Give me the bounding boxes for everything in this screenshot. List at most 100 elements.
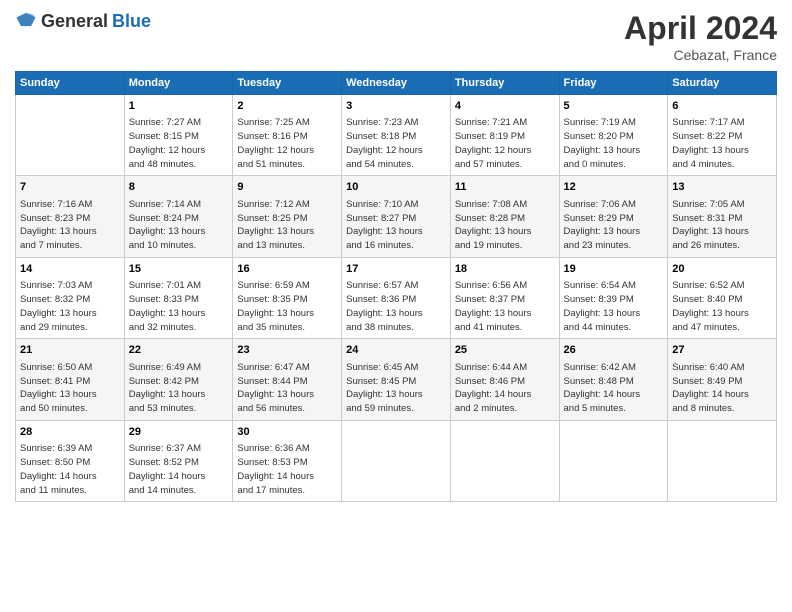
cell-content: Sunrise: 7:17 AM Sunset: 8:22 PM Dayligh…	[672, 116, 772, 171]
week-row-3: 14Sunrise: 7:03 AM Sunset: 8:32 PM Dayli…	[16, 257, 777, 338]
column-header-monday: Monday	[124, 72, 233, 95]
day-number: 13	[672, 180, 772, 195]
calendar-cell	[450, 420, 559, 501]
calendar-cell: 10 Sunrise: 7:10 AM Sunset: 8:27 PM Dayli…	[342, 176, 451, 257]
calendar-cell: 8 Sunrise: 7:14 AM Sunset: 8:24 PM Daylig…	[124, 176, 233, 257]
day-number: 17	[346, 262, 446, 277]
cell-content: Sunrise: 6:52 AM Sunset: 8:40 PM Dayligh…	[672, 279, 772, 334]
day-number: 29	[129, 425, 229, 440]
page-subtitle: Cebazat, France	[624, 47, 777, 63]
column-header-tuesday: Tuesday	[233, 72, 342, 95]
column-header-saturday: Saturday	[668, 72, 777, 95]
cell-content: Sunrise: 7:10 AM Sunset: 8:27 PM Dayligh…	[346, 198, 446, 253]
calendar-cell	[559, 420, 668, 501]
page-title: April 2024	[624, 10, 777, 47]
calendar-cell: 22 Sunrise: 6:49 AM Sunset: 8:42 PM Dayli…	[124, 339, 233, 420]
calendar-cell: 9Sunrise: 7:12 AM Sunset: 8:25 PM Daylig…	[233, 176, 342, 257]
calendar-cell: 6 Sunrise: 7:17 AM Sunset: 8:22 PM Daylig…	[668, 95, 777, 176]
day-number: 10	[346, 180, 446, 195]
column-header-wednesday: Wednesday	[342, 72, 451, 95]
calendar-cell: 13 Sunrise: 7:05 AM Sunset: 8:31 PM Dayli…	[668, 176, 777, 257]
cell-content: Sunrise: 6:37 AM Sunset: 8:52 PM Dayligh…	[129, 442, 229, 497]
column-header-thursday: Thursday	[450, 72, 559, 95]
cell-content: Sunrise: 7:21 AM Sunset: 8:19 PM Dayligh…	[455, 116, 555, 171]
day-number: 24	[346, 343, 446, 358]
cell-content: Sunrise: 6:49 AM Sunset: 8:42 PM Dayligh…	[129, 361, 229, 416]
day-number: 9	[237, 180, 337, 195]
day-number: 8	[129, 180, 229, 195]
day-number: 18	[455, 262, 555, 277]
day-number: 7	[20, 180, 120, 195]
cell-content: Sunrise: 6:56 AM Sunset: 8:37 PM Dayligh…	[455, 279, 555, 334]
calendar-table: SundayMondayTuesdayWednesdayThursdayFrid…	[15, 71, 777, 502]
cell-content: Sunrise: 6:47 AM Sunset: 8:44 PM Dayligh…	[237, 361, 337, 416]
day-number: 28	[20, 425, 120, 440]
logo-icon	[15, 10, 37, 32]
calendar-cell	[16, 95, 125, 176]
cell-content: Sunrise: 6:44 AM Sunset: 8:46 PM Dayligh…	[455, 361, 555, 416]
calendar-cell: 7 Sunrise: 7:16 AM Sunset: 8:23 PM Daylig…	[16, 176, 125, 257]
week-row-1: 1 Sunrise: 7:27 AM Sunset: 8:15 PM Daylig…	[16, 95, 777, 176]
day-number: 20	[672, 262, 772, 277]
week-row-4: 21 Sunrise: 6:50 AM Sunset: 8:41 PM Dayli…	[16, 339, 777, 420]
day-number: 14	[20, 262, 120, 277]
week-row-2: 7 Sunrise: 7:16 AM Sunset: 8:23 PM Daylig…	[16, 176, 777, 257]
calendar-cell: 15 Sunrise: 7:01 AM Sunset: 8:33 PM Dayli…	[124, 257, 233, 338]
calendar-cell: 1 Sunrise: 7:27 AM Sunset: 8:15 PM Daylig…	[124, 95, 233, 176]
day-number: 15	[129, 262, 229, 277]
column-header-friday: Friday	[559, 72, 668, 95]
day-number: 22	[129, 343, 229, 358]
cell-content: Sunrise: 7:25 AM Sunset: 8:16 PM Dayligh…	[237, 116, 337, 171]
calendar-cell: 23 Sunrise: 6:47 AM Sunset: 8:44 PM Dayli…	[233, 339, 342, 420]
header: GeneralBlue April 2024 Cebazat, France	[15, 10, 777, 63]
cell-content: Sunrise: 7:06 AM Sunset: 8:29 PM Dayligh…	[564, 198, 664, 253]
cell-content: Sunrise: 6:36 AM Sunset: 8:53 PM Dayligh…	[237, 442, 337, 497]
calendar-cell: 29 Sunrise: 6:37 AM Sunset: 8:52 PM Dayli…	[124, 420, 233, 501]
cell-content: Sunrise: 6:57 AM Sunset: 8:36 PM Dayligh…	[346, 279, 446, 334]
day-number: 4	[455, 99, 555, 114]
cell-content: Sunrise: 7:05 AM Sunset: 8:31 PM Dayligh…	[672, 198, 772, 253]
logo-blue: Blue	[112, 11, 151, 32]
calendar-cell: 24Sunrise: 6:45 AM Sunset: 8:45 PM Dayli…	[342, 339, 451, 420]
calendar-cell: 4 Sunrise: 7:21 AM Sunset: 8:19 PM Daylig…	[450, 95, 559, 176]
day-number: 6	[672, 99, 772, 114]
day-number: 5	[564, 99, 664, 114]
calendar-cell: 28 Sunrise: 6:39 AM Sunset: 8:50 PM Dayli…	[16, 420, 125, 501]
day-number: 26	[564, 343, 664, 358]
day-number: 21	[20, 343, 120, 358]
calendar-cell: 18 Sunrise: 6:56 AM Sunset: 8:37 PM Dayli…	[450, 257, 559, 338]
cell-content: Sunrise: 7:01 AM Sunset: 8:33 PM Dayligh…	[129, 279, 229, 334]
calendar-cell	[342, 420, 451, 501]
logo: GeneralBlue	[15, 10, 151, 32]
calendar-cell: 17 Sunrise: 6:57 AM Sunset: 8:36 PM Dayli…	[342, 257, 451, 338]
calendar-cell: 21 Sunrise: 6:50 AM Sunset: 8:41 PM Dayli…	[16, 339, 125, 420]
week-row-5: 28 Sunrise: 6:39 AM Sunset: 8:50 PM Dayli…	[16, 420, 777, 501]
day-number: 19	[564, 262, 664, 277]
calendar-cell: 27Sunrise: 6:40 AM Sunset: 8:49 PM Dayli…	[668, 339, 777, 420]
cell-content: Sunrise: 7:16 AM Sunset: 8:23 PM Dayligh…	[20, 198, 120, 253]
calendar-cell: 19 Sunrise: 6:54 AM Sunset: 8:39 PM Dayli…	[559, 257, 668, 338]
calendar-cell	[668, 420, 777, 501]
logo-general: General	[41, 11, 108, 32]
day-number: 1	[129, 99, 229, 114]
calendar-cell: 26 Sunrise: 6:42 AM Sunset: 8:48 PM Dayli…	[559, 339, 668, 420]
calendar-cell: 14Sunrise: 7:03 AM Sunset: 8:32 PM Dayli…	[16, 257, 125, 338]
cell-content: Sunrise: 6:39 AM Sunset: 8:50 PM Dayligh…	[20, 442, 120, 497]
cell-content: Sunrise: 7:08 AM Sunset: 8:28 PM Dayligh…	[455, 198, 555, 253]
cell-content: Sunrise: 6:40 AM Sunset: 8:49 PM Dayligh…	[672, 361, 772, 416]
cell-content: Sunrise: 7:27 AM Sunset: 8:15 PM Dayligh…	[129, 116, 229, 171]
cell-content: Sunrise: 6:42 AM Sunset: 8:48 PM Dayligh…	[564, 361, 664, 416]
calendar-cell: 20 Sunrise: 6:52 AM Sunset: 8:40 PM Dayli…	[668, 257, 777, 338]
column-header-sunday: Sunday	[16, 72, 125, 95]
day-number: 23	[237, 343, 337, 358]
day-number: 12	[564, 180, 664, 195]
cell-content: Sunrise: 6:54 AM Sunset: 8:39 PM Dayligh…	[564, 279, 664, 334]
calendar-cell: 16Sunrise: 6:59 AM Sunset: 8:35 PM Dayli…	[233, 257, 342, 338]
calendar-cell: 3Sunrise: 7:23 AM Sunset: 8:18 PM Daylig…	[342, 95, 451, 176]
calendar-cell: 25Sunrise: 6:44 AM Sunset: 8:46 PM Dayli…	[450, 339, 559, 420]
cell-content: Sunrise: 6:50 AM Sunset: 8:41 PM Dayligh…	[20, 361, 120, 416]
page: GeneralBlue April 2024 Cebazat, France S…	[0, 0, 792, 612]
calendar-cell: 30Sunrise: 6:36 AM Sunset: 8:53 PM Dayli…	[233, 420, 342, 501]
cell-content: Sunrise: 7:14 AM Sunset: 8:24 PM Dayligh…	[129, 198, 229, 253]
calendar-cell: 2Sunrise: 7:25 AM Sunset: 8:16 PM Daylig…	[233, 95, 342, 176]
